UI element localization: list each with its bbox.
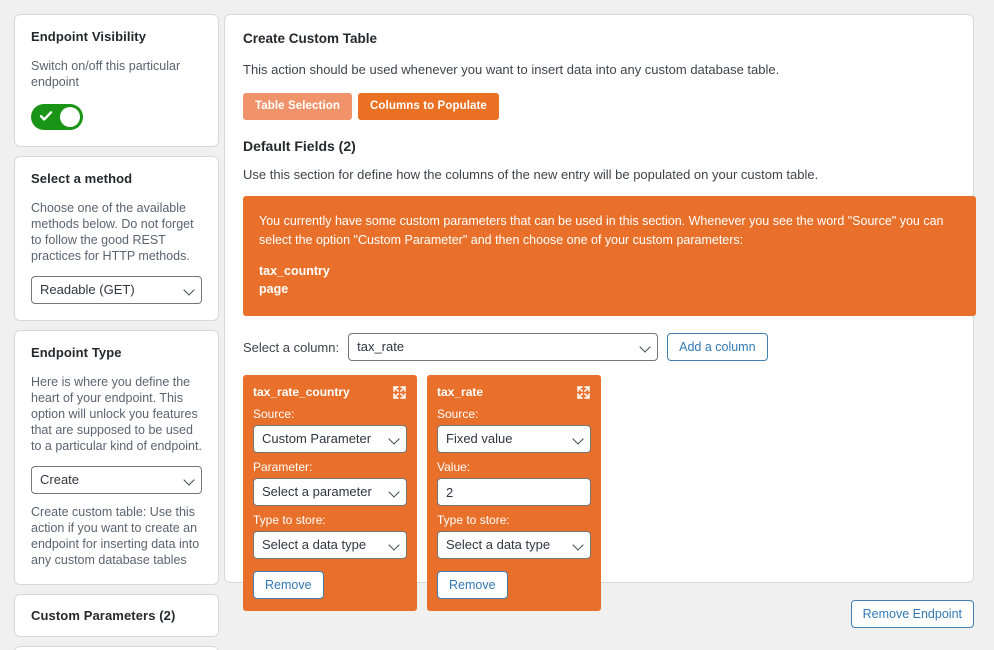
- custom-parameters-title: Custom Parameters (2): [31, 608, 176, 623]
- method-select-wrap: Readable (GET): [31, 276, 202, 304]
- value-input[interactable]: [437, 478, 591, 506]
- alert-parameter-item: page: [259, 282, 289, 296]
- endpoint-type-title: Endpoint Type: [31, 345, 122, 360]
- expand-icon[interactable]: [392, 385, 407, 400]
- field-label: Source:: [253, 407, 295, 421]
- remove-endpoint-button[interactable]: Remove Endpoint: [850, 600, 974, 628]
- column-card: tax_rate Source: Fixed value Value: 2 Ty…: [427, 375, 601, 611]
- column-select-wrap: tax_rate: [348, 333, 659, 361]
- section-description: Use this section for define how the colu…: [243, 167, 819, 182]
- parameter-select[interactable]: Select a parameter: [253, 478, 407, 506]
- type-to-store-select[interactable]: Select a data type: [253, 531, 407, 559]
- endpoint-type-card: Endpoint Type Here is where you define t…: [14, 330, 219, 585]
- endpoint-visibility-toggle[interactable]: [31, 104, 83, 130]
- tab-table-selection[interactable]: Table Selection: [243, 93, 353, 120]
- type-to-store-select-wrap: Select a data type: [437, 531, 591, 559]
- alert-parameter-list: tax_country page: [259, 262, 960, 298]
- column-picker-label: Select a column:: [243, 339, 340, 355]
- field-label: Value:: [437, 460, 471, 474]
- endpoint-visibility-card: Endpoint Visibility Switch on/off this p…: [14, 14, 219, 147]
- check-icon: [39, 109, 53, 123]
- column-picker-row: Select a column: tax_rate Add a column: [243, 333, 955, 361]
- endpoint-type-select[interactable]: Create: [31, 466, 202, 494]
- field-label: Type to store:: [437, 513, 510, 527]
- alert-parameter-item: tax_country: [259, 264, 330, 278]
- tab-columns-to-populate[interactable]: Columns to Populate: [358, 93, 499, 120]
- endpoint-visibility-description: Switch on/off this particular endpoint: [31, 59, 181, 89]
- type-to-store-select-wrap: Select a data type: [253, 531, 407, 559]
- parameter-select-wrap: Select a parameter: [253, 478, 407, 506]
- section-title: Default Fields (2): [243, 138, 356, 154]
- field-label: Parameter:: [253, 460, 313, 474]
- type-to-store-select[interactable]: Select a data type: [437, 531, 591, 559]
- endpoint-type-description: Here is where you define the heart of yo…: [31, 375, 202, 453]
- endpoint-type-hint: Create custom table: Use this action if …: [31, 505, 200, 567]
- column-select[interactable]: tax_rate: [348, 333, 659, 361]
- alert-text: You currently have some custom parameter…: [259, 214, 944, 247]
- source-select[interactable]: Custom Parameter: [253, 425, 407, 453]
- field-label: Type to store:: [253, 513, 326, 527]
- footer: Remove Endpoint: [850, 600, 974, 628]
- main-panel: Create Custom Table This action should b…: [224, 14, 976, 611]
- page-title: Create Custom Table: [243, 31, 378, 46]
- add-column-button[interactable]: Add a column: [667, 333, 768, 361]
- select-method-title: Select a method: [31, 171, 133, 186]
- source-select-wrap: Custom Parameter: [253, 425, 407, 453]
- page-lead: This action should be used whenever you …: [243, 62, 780, 77]
- remove-row: Remove: [437, 571, 591, 599]
- tab-bar: Table Selection Columns to Populate: [243, 93, 955, 120]
- field-label: Source:: [437, 407, 479, 421]
- source-select[interactable]: Fixed value: [437, 425, 591, 453]
- select-method-card: Select a method Choose one of the availa…: [14, 156, 219, 321]
- page-root: Endpoint Visibility Switch on/off this p…: [0, 0, 994, 650]
- column-card-name: tax_rate_country: [253, 385, 350, 399]
- remove-column-button[interactable]: Remove: [437, 571, 508, 599]
- remove-row: Remove: [253, 571, 407, 599]
- column-card-header: tax_rate_country: [253, 385, 407, 400]
- column-card-list: tax_rate_country Source: Custom Paramete…: [243, 375, 955, 611]
- sidebar: Endpoint Visibility Switch on/off this p…: [14, 14, 219, 650]
- column-card: tax_rate_country Source: Custom Paramete…: [243, 375, 417, 611]
- endpoint-visibility-title: Endpoint Visibility: [31, 29, 147, 44]
- custom-parameters-alert: You currently have some custom parameter…: [243, 196, 976, 316]
- method-select[interactable]: Readable (GET): [31, 276, 202, 304]
- expand-icon[interactable]: [576, 385, 591, 400]
- toggle-knob: [60, 107, 80, 127]
- sidebar-item-define-privacy[interactable]: Define the privacy: [14, 646, 219, 650]
- column-card-name: tax_rate: [437, 385, 484, 399]
- endpoint-type-select-wrap: Create: [31, 466, 202, 494]
- source-select-wrap: Fixed value: [437, 425, 591, 453]
- remove-column-button[interactable]: Remove: [253, 571, 324, 599]
- column-card-header: tax_rate: [437, 385, 591, 400]
- select-method-description: Choose one of the available methods belo…: [31, 201, 194, 263]
- sidebar-item-custom-parameters[interactable]: Custom Parameters (2): [14, 594, 219, 637]
